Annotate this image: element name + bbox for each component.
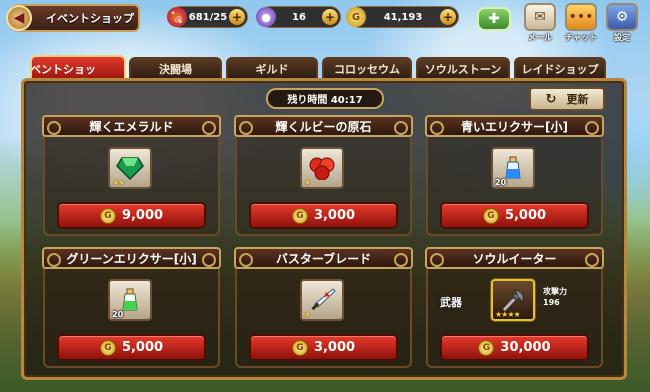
item-slot[interactable]: ★ xyxy=(300,279,344,321)
gold-coin-icon: G xyxy=(482,207,499,224)
item-name: ソウルイーター xyxy=(425,247,604,269)
refresh-button[interactable]: ↻ 更新 xyxy=(529,87,605,111)
mail-label: メール xyxy=(528,33,552,42)
shop-item-card: グリーンエリクサー[小] 20 G 5,000 xyxy=(42,247,221,368)
attack-label: 攻撃力 xyxy=(543,287,567,296)
tab-label: レイドショップ xyxy=(521,63,599,76)
tab-event-shop[interactable]: ベントショッ xyxy=(30,55,126,80)
remaining-time: 残り時間 40:17 xyxy=(266,88,384,109)
item-name: 輝くルビーの原石 xyxy=(234,115,413,137)
item-category: 武器 xyxy=(440,296,462,309)
add-gold-button[interactable]: + xyxy=(440,9,456,25)
item-name: グリーンエリクサー[小] xyxy=(42,247,221,269)
item-quantity: 20 xyxy=(112,310,124,319)
shop-item-card: 青いエリクサー[小] 20 G 5,000 xyxy=(425,115,604,236)
item-price: 5,000 xyxy=(504,208,547,223)
stamina-value: 681/25 xyxy=(188,11,228,23)
item-slot[interactable]: ★★★★ xyxy=(491,279,535,321)
refresh-label: 更新 xyxy=(566,93,589,106)
shop-item-card: 輝くルビーの原石 ★ G 3,000 xyxy=(234,115,413,236)
top-bar: ◀ イベントショップ 🍖 681/25 + ● 16 + G 41,193 + … xyxy=(0,0,650,42)
tab-colosseum[interactable]: コロッセウム xyxy=(322,57,412,79)
gold-coin-icon: G xyxy=(291,207,308,224)
orb-icon: ● xyxy=(256,7,276,27)
soul-eater-icon xyxy=(502,289,524,312)
tab-label: コロッセウム xyxy=(334,63,400,76)
rarity-stars: ★★★★ xyxy=(495,310,521,319)
item-quantity: 20 xyxy=(495,178,507,187)
chat-label: チャット xyxy=(565,33,597,42)
add-orbs-button[interactable]: + xyxy=(322,9,338,25)
item-slot[interactable]: ★★ xyxy=(108,147,152,189)
gold-coin-icon: G xyxy=(99,207,116,224)
item-price: 3,000 xyxy=(313,208,356,223)
tab-label: 決闘場 xyxy=(159,63,192,76)
stamina-counter: 🍖 681/25 + xyxy=(167,6,248,28)
tab-label: ソウルストーン xyxy=(424,63,502,76)
item-name: 青いエリクサー[小] xyxy=(425,115,604,137)
item-name: 輝くエメラルド xyxy=(42,115,221,137)
tab-raid-shop[interactable]: レイドショップ xyxy=(514,57,606,79)
rarity-stars: ★★ xyxy=(112,178,125,187)
gold-counter: G 41,193 + xyxy=(346,6,459,28)
tab-guild[interactable]: ギルド xyxy=(226,57,318,79)
attack-value: 196 xyxy=(543,298,560,307)
add-stamina-button[interactable]: + xyxy=(229,9,245,25)
gold-coin-icon: G xyxy=(478,339,495,356)
item-slot[interactable]: 20 xyxy=(491,147,535,189)
orb-counter: ● 16 + xyxy=(256,6,341,28)
buy-button[interactable]: G 3,000 xyxy=(249,334,398,361)
item-slot[interactable]: ★ xyxy=(300,147,344,189)
gold-coin-icon: G xyxy=(346,7,366,27)
gold-coin-icon: G xyxy=(99,339,116,356)
chat-bubble-icon: ••• xyxy=(565,3,597,31)
orb-value: 16 xyxy=(292,11,306,23)
rarity-stars: ★ xyxy=(304,310,311,319)
ruby-icon xyxy=(309,157,335,180)
gold-value: 41,193 xyxy=(383,11,423,23)
tab-label: ベントショッ xyxy=(30,62,96,76)
chat-button[interactable]: ••• チャット xyxy=(563,3,599,43)
item-price: 30,000 xyxy=(500,340,551,355)
tab-label: ギルド xyxy=(255,63,289,76)
shop-item-card: ソウルイーター 武器 ★★★★ 攻撃力 196 G 30,000 xyxy=(425,247,604,368)
back-arrow-icon: ◀ xyxy=(6,5,32,31)
gamepad-icon[interactable]: ✚ xyxy=(477,7,511,31)
tab-duel[interactable]: 決闘場 xyxy=(129,57,222,79)
buy-button[interactable]: G 5,000 xyxy=(57,334,206,361)
settings-label: 設定 xyxy=(614,33,630,42)
gear-icon: ⚙ xyxy=(606,3,638,31)
tab-soulstone[interactable]: ソウルストーン xyxy=(416,57,510,79)
back-button[interactable]: ◀ イベントショップ xyxy=(6,4,140,32)
screen-title: イベントショップ xyxy=(46,12,134,25)
buster-blade-icon xyxy=(311,288,336,311)
blue-elixir-icon xyxy=(505,156,521,179)
refresh-icon: ↻ xyxy=(545,91,557,107)
buy-button[interactable]: G 3,000 xyxy=(249,202,398,229)
green-elixir-icon xyxy=(122,288,138,311)
buy-button[interactable]: G 9,000 xyxy=(57,202,206,229)
item-price: 3,000 xyxy=(313,340,356,355)
shop-item-card: 輝くエメラルド ★★ G 9,000 xyxy=(42,115,221,236)
rarity-stars: ★ xyxy=(304,178,311,187)
meat-icon: 🍖 xyxy=(167,7,187,27)
settings-button[interactable]: ⚙ 設定 xyxy=(604,3,640,43)
item-price: 9,000 xyxy=(121,208,164,223)
emerald-icon xyxy=(116,157,144,180)
shop-item-card: バスターブレード ★ G 3,000 xyxy=(234,247,413,368)
item-price: 5,000 xyxy=(121,340,164,355)
buy-button[interactable]: G 5,000 xyxy=(440,202,589,229)
gold-coin-icon: G xyxy=(291,339,308,356)
item-slot[interactable]: 20 xyxy=(108,279,152,321)
mail-button[interactable]: ✉ メール xyxy=(522,3,558,43)
envelope-icon: ✉ xyxy=(524,3,556,31)
buy-button[interactable]: G 30,000 xyxy=(440,334,589,361)
item-name: バスターブレード xyxy=(234,247,413,269)
